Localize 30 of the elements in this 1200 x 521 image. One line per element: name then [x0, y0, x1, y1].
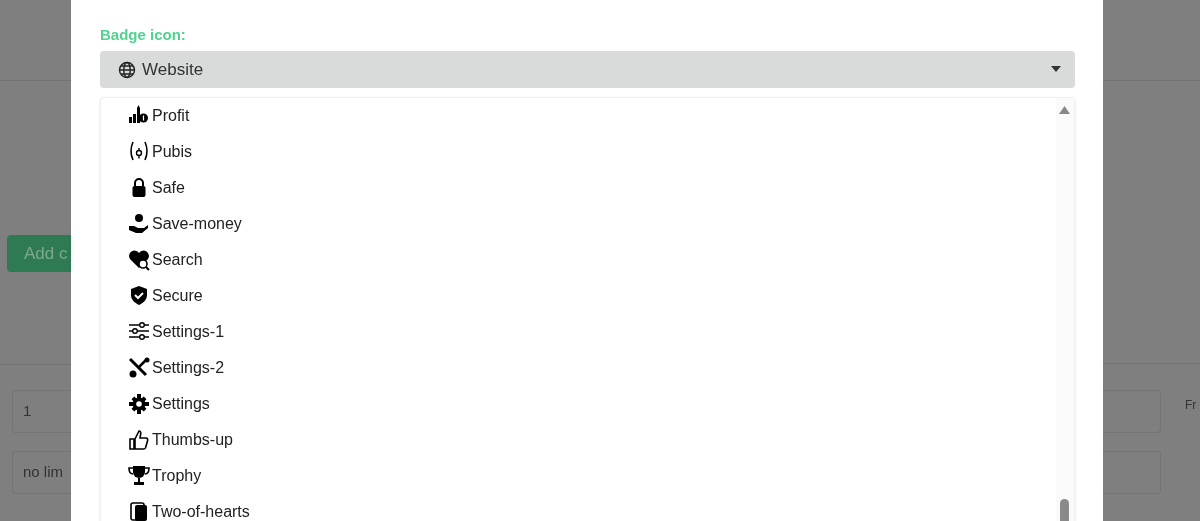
dropdown-option[interactable]: Secure — [101, 278, 1074, 314]
thumbs-up-icon — [128, 429, 150, 451]
dropdown-option[interactable]: Settings — [101, 386, 1074, 422]
shield-check-icon — [128, 285, 150, 307]
brackets-icon — [128, 141, 150, 163]
dropdown-option[interactable]: Search — [101, 242, 1074, 278]
sliders-icon — [128, 321, 150, 343]
dropdown-option[interactable]: Thumbs-up — [101, 422, 1074, 458]
dropdown-option[interactable]: Settings-2 — [101, 350, 1074, 386]
dropdown-option[interactable]: Profit — [101, 98, 1074, 134]
select-value: Website — [142, 58, 204, 81]
cards-icon — [128, 501, 150, 521]
trophy-icon — [128, 465, 150, 487]
globe-icon — [118, 60, 136, 79]
scroll-up-icon[interactable] — [1059, 106, 1070, 114]
dropdown-option[interactable]: Safe — [101, 170, 1074, 206]
dropdown-option[interactable]: Two-of-hearts — [101, 494, 1074, 521]
dropdown-option[interactable]: Pubis — [101, 134, 1074, 170]
heart-search-icon — [128, 249, 150, 271]
input-field[interactable] — [1103, 451, 1161, 494]
gear-icon — [128, 393, 150, 415]
field-label: Badge icon: — [100, 25, 186, 45]
field-label: Fr — [1185, 397, 1197, 414]
hand-coin-icon — [128, 213, 150, 235]
dropdown-option[interactable]: Save-money — [101, 206, 1074, 242]
icon-select[interactable]: Website — [100, 51, 1075, 88]
caret-down-icon — [1051, 66, 1061, 72]
input-field[interactable] — [1103, 390, 1161, 433]
dropdown-option[interactable]: Trophy — [101, 458, 1074, 494]
dropdown-option[interactable]: Settings-1 — [101, 314, 1074, 350]
